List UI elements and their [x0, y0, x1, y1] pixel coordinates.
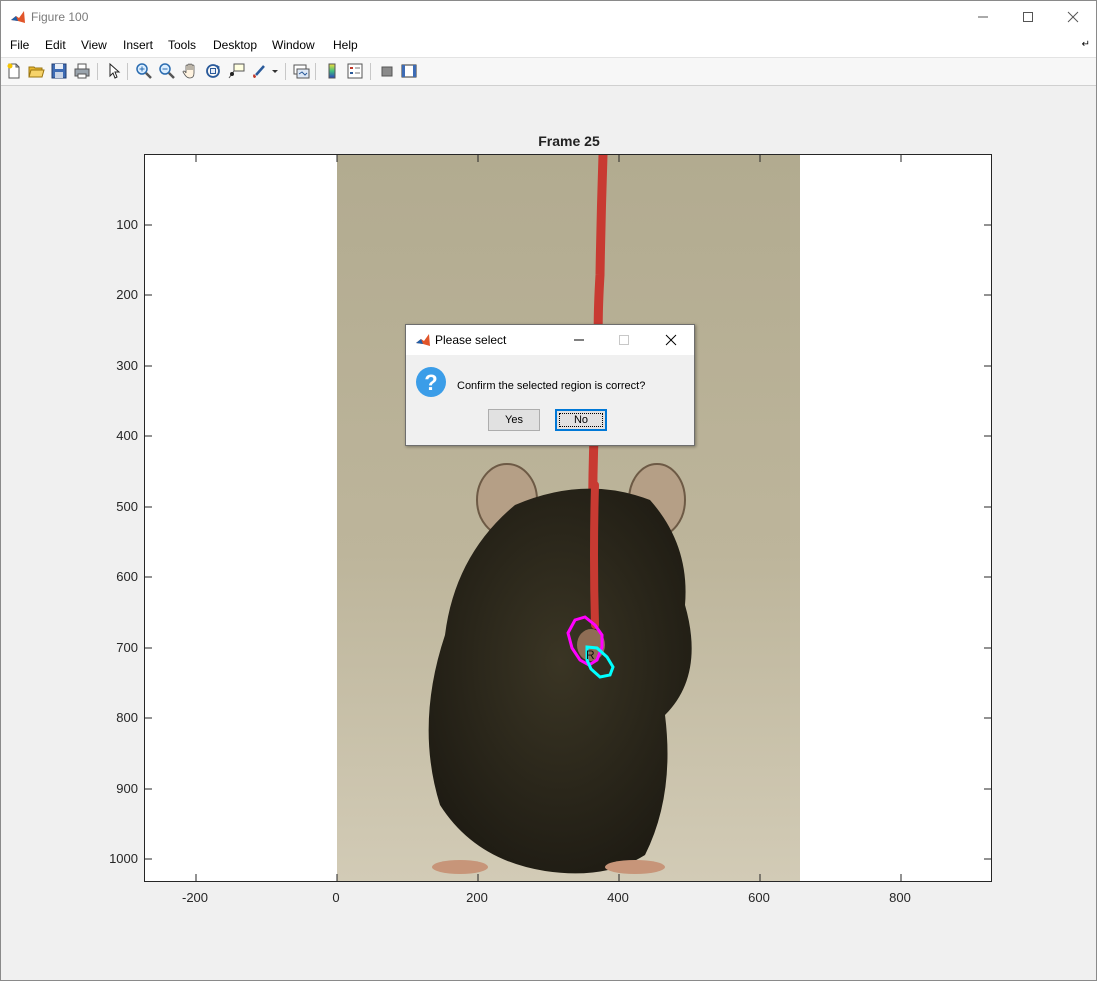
matlab-icon — [10, 9, 26, 25]
plot-axes[interactable]: R — [144, 154, 992, 882]
menu-insert[interactable]: Insert — [123, 38, 153, 52]
save-icon[interactable] — [50, 62, 68, 80]
x-tick-label: 400 — [607, 890, 629, 905]
new-figure-icon[interactable] — [5, 62, 23, 80]
dock-arrow-icon[interactable]: ↵ — [1082, 39, 1090, 50]
menu-view[interactable]: View — [81, 38, 107, 52]
yes-button-label: Yes — [505, 414, 523, 426]
dialog-maximize-button[interactable] — [602, 325, 646, 355]
dialog-close-button[interactable] — [649, 325, 693, 355]
question-icon: ? — [416, 367, 446, 397]
y-tick-label: 200 — [116, 287, 138, 302]
maximize-icon — [1023, 12, 1033, 22]
maximize-icon — [619, 335, 629, 345]
toolbar-separator — [127, 63, 128, 80]
pointer-icon[interactable] — [105, 62, 123, 80]
x-tick-label: -200 — [181, 890, 209, 905]
no-button[interactable]: No — [555, 409, 607, 431]
focus-ring — [559, 413, 603, 427]
x-tick-label: 800 — [889, 890, 911, 905]
x-tick-label: 600 — [748, 890, 770, 905]
y-tick-label: 900 — [116, 781, 138, 796]
window-title: Figure 100 — [31, 10, 89, 24]
zoom-in-icon[interactable] — [135, 62, 153, 80]
brush-dropdown-icon[interactable] — [269, 62, 281, 80]
menu-edit[interactable]: Edit — [45, 38, 66, 52]
menu-window[interactable]: Window — [272, 38, 315, 52]
y-tick-label: 1000 — [109, 851, 138, 866]
menu-bar: File Edit View Insert Tools Desktop Wind… — [1, 33, 1096, 58]
dialog-minimize-button[interactable] — [557, 325, 601, 355]
title-bar: Figure 100 — [1, 1, 1096, 33]
minimize-icon — [574, 339, 584, 341]
dialog-title-bar: Please select — [406, 325, 694, 355]
y-tick-label: 500 — [116, 499, 138, 514]
figure-toolbar — [1, 58, 1096, 86]
open-file-icon[interactable] — [27, 62, 45, 80]
yes-button[interactable]: Yes — [488, 409, 540, 431]
x-tick-label: 0 — [332, 890, 340, 905]
menu-tools[interactable]: Tools — [168, 38, 196, 52]
rotate-3d-icon[interactable] — [204, 62, 222, 80]
close-icon — [1067, 11, 1079, 23]
insert-legend-icon[interactable] — [346, 62, 364, 80]
pan-icon[interactable] — [181, 62, 199, 80]
zoom-out-icon[interactable] — [158, 62, 176, 80]
menu-file[interactable]: File — [10, 38, 29, 52]
toolbar-separator — [97, 63, 98, 80]
figure-window: Figure 100 File Edit View Insert Tools D… — [0, 0, 1097, 981]
plot-title: Frame 25 — [538, 133, 600, 149]
menu-desktop[interactable]: Desktop — [213, 38, 257, 52]
toolbar-separator — [315, 63, 316, 80]
menu-help[interactable]: Help — [333, 38, 358, 52]
x-tick-label: 200 — [466, 890, 488, 905]
data-cursor-icon[interactable] — [227, 62, 245, 80]
matlab-icon — [415, 332, 431, 348]
maximize-button[interactable] — [1005, 1, 1051, 33]
brush-icon[interactable] — [250, 62, 268, 80]
y-tick-label: 300 — [116, 358, 138, 373]
hide-plot-tools-icon[interactable] — [378, 62, 396, 80]
y-tick-label: 100 — [116, 217, 138, 232]
axes-ticks — [145, 155, 991, 881]
svg-text:?: ? — [424, 370, 437, 395]
toolbar-separator — [285, 63, 286, 80]
show-plot-tools-icon[interactable] — [400, 62, 418, 80]
confirm-dialog: Please select ? Confirm the selected reg… — [405, 324, 695, 446]
y-tick-label: 400 — [116, 428, 138, 443]
link-plot-icon[interactable] — [292, 62, 310, 80]
close-button[interactable] — [1050, 1, 1096, 33]
dialog-title: Please select — [435, 333, 507, 347]
close-icon — [665, 334, 677, 346]
dialog-message: Confirm the selected region is correct? — [457, 380, 646, 392]
toolbar-separator — [370, 63, 371, 80]
y-tick-label: 600 — [116, 569, 138, 584]
print-icon[interactable] — [73, 62, 91, 80]
minimize-button[interactable] — [960, 1, 1006, 33]
y-tick-label: 700 — [116, 640, 138, 655]
y-tick-label: 800 — [116, 710, 138, 725]
insert-colorbar-icon[interactable] — [323, 62, 341, 80]
minimize-icon — [978, 16, 988, 18]
